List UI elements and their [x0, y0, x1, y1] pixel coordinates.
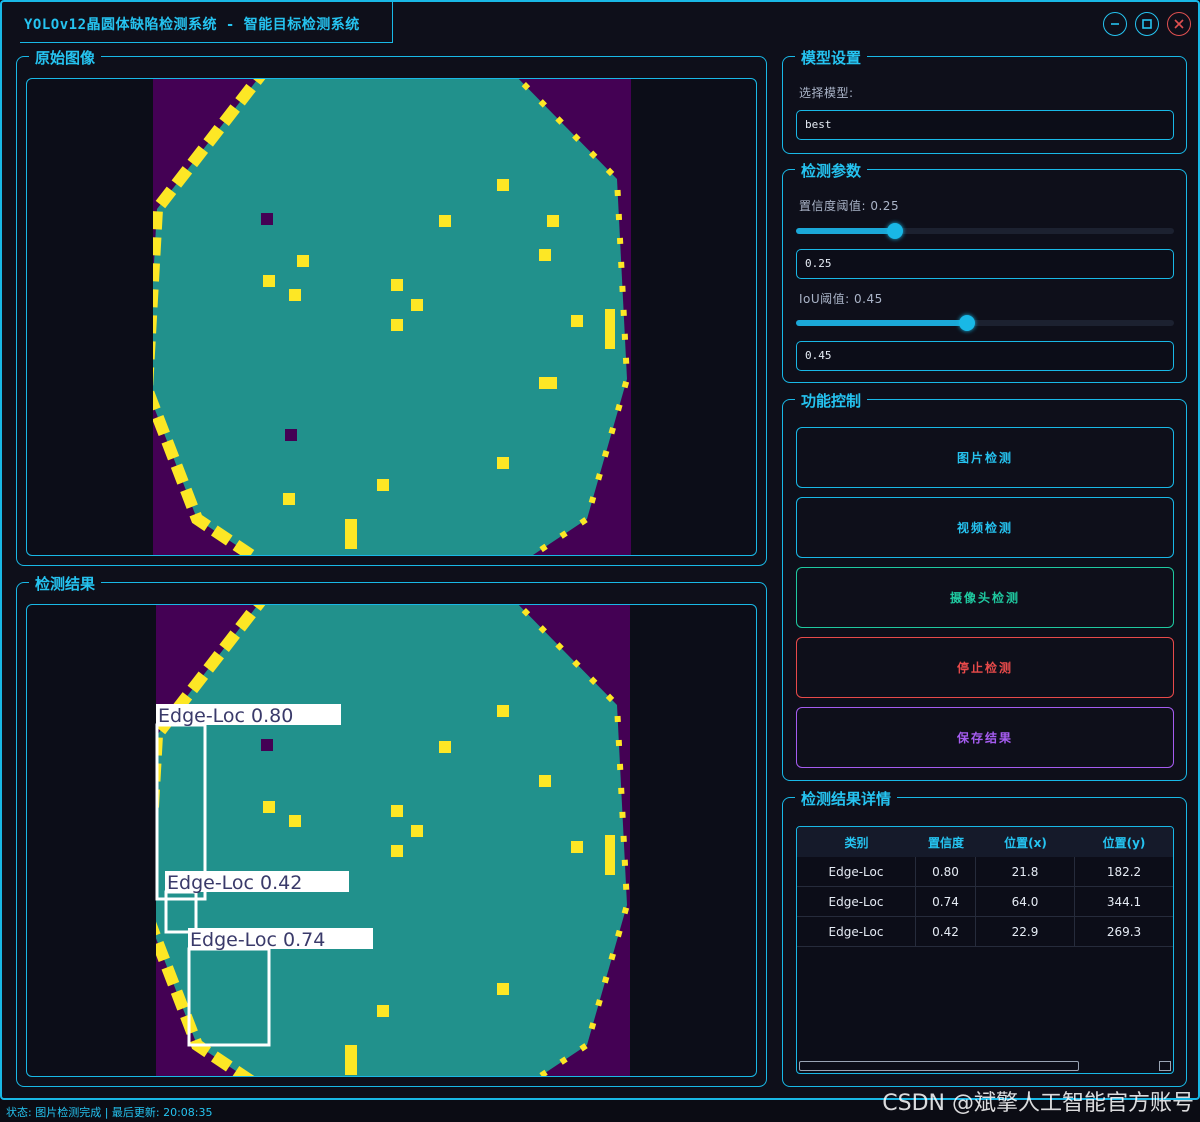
detection-label-1: Edge-Loc 0.80	[158, 705, 293, 727]
iou-input[interactable]: 0.45	[796, 341, 1174, 371]
controls-title: 功能控制	[795, 390, 868, 411]
window-title: YOLOv12晶圆体缺陷检测系统 - 智能目标检测系统	[24, 17, 360, 33]
original-wafer-image	[153, 79, 631, 555]
table-cell: 0.74	[916, 887, 976, 916]
results-detail-title: 检测结果详情	[795, 788, 898, 809]
result-image-title: 检测结果	[29, 573, 102, 594]
minimize-button[interactable]	[1103, 12, 1127, 36]
confidence-label: 置信度阈值: 0.25	[799, 199, 900, 213]
detection-label-3: Edge-Loc 0.74	[190, 929, 325, 951]
select-model-label: 选择模型:	[799, 86, 854, 100]
table-cell: 344.1	[1106, 894, 1142, 909]
table-cell: Edge-Loc	[797, 887, 916, 916]
table-row[interactable]: Edge-Loc 0.80 21.8 182.2	[797, 857, 1173, 887]
results-table[interactable]: 类别 置信度 位置(x) 位置(y) Edge-Loc 0.80 21.8 18…	[796, 826, 1174, 1074]
iou-slider-fill	[796, 320, 967, 326]
x-circle-icon	[1174, 19, 1184, 29]
watermark: CSDN @斌擎人工智能官方账号	[882, 1091, 1194, 1116]
table-cell: 64.0	[976, 887, 1075, 916]
title-divider	[392, 2, 393, 43]
confidence-slider-handle[interactable]	[887, 223, 903, 239]
table-row[interactable]: Edge-Loc 0.74 64.0 344.1	[797, 887, 1173, 917]
video-detect-button[interactable]: 视频检测	[796, 497, 1174, 558]
confidence-slider-fill	[796, 228, 895, 234]
column-header-y[interactable]: 位置(y)	[1075, 827, 1173, 857]
table-cell: 182.2	[1106, 864, 1142, 879]
table-row[interactable]: Edge-Loc 0.42 22.9 269.3	[797, 917, 1173, 947]
result-wafer-image: Edge-Loc 0.80 Edge-Loc 0.42 Edge-Loc 0.7…	[155, 605, 630, 1076]
confidence-slider[interactable]	[796, 223, 1174, 239]
title-underline	[20, 42, 392, 43]
close-button[interactable]	[1167, 12, 1191, 36]
table-cell: Edge-Loc	[797, 917, 916, 946]
scrollbar-corner	[1159, 1061, 1171, 1071]
confidence-input[interactable]: 0.25	[796, 249, 1174, 279]
save-result-button[interactable]: 保存结果	[796, 707, 1174, 768]
stop-detect-button[interactable]: 停止检测	[796, 637, 1174, 698]
iou-slider[interactable]	[796, 315, 1174, 331]
original-image-title: 原始图像	[29, 47, 102, 68]
iou-label: IoU阈值: 0.45	[799, 292, 883, 306]
model-select[interactable]: best	[796, 110, 1174, 140]
column-header-confidence[interactable]: 置信度	[916, 827, 976, 857]
table-cell: 0.80	[916, 857, 976, 886]
title-bar[interactable]: YOLOv12晶圆体缺陷检测系统 - 智能目标检测系统	[2, 2, 1198, 44]
column-header-x[interactable]: 位置(x)	[976, 827, 1075, 857]
iou-slider-handle[interactable]	[959, 315, 975, 331]
maximize-button[interactable]	[1135, 12, 1159, 36]
detection-label-2: Edge-Loc 0.42	[167, 872, 302, 894]
table-cell: 0.42	[916, 917, 976, 946]
original-image-frame	[26, 78, 757, 556]
camera-detect-button[interactable]: 摄像头检测	[796, 567, 1174, 628]
app-window: YOLOv12晶圆体缺陷检测系统 - 智能目标检测系统 原始图像 检测结果 Ed…	[0, 0, 1200, 1100]
horizontal-scrollbar[interactable]	[799, 1061, 1079, 1071]
square-circle-icon	[1142, 19, 1152, 29]
table-cell: 21.8	[976, 857, 1075, 886]
column-header-class[interactable]: 类别	[797, 827, 916, 857]
table-cell: 269.3	[1106, 924, 1142, 939]
detection-params-title: 检测参数	[795, 160, 868, 181]
image-detect-button[interactable]: 图片检测	[796, 427, 1174, 488]
result-image-frame: Edge-Loc 0.80 Edge-Loc 0.42 Edge-Loc 0.7…	[26, 604, 757, 1077]
minus-circle-icon	[1111, 23, 1119, 25]
table-cell: 22.9	[976, 917, 1075, 946]
model-settings-title: 模型设置	[795, 47, 868, 68]
status-text: 状态: 图片检测完成 | 最后更新: 20:08:35	[6, 1106, 213, 1119]
table-cell: Edge-Loc	[797, 857, 916, 886]
